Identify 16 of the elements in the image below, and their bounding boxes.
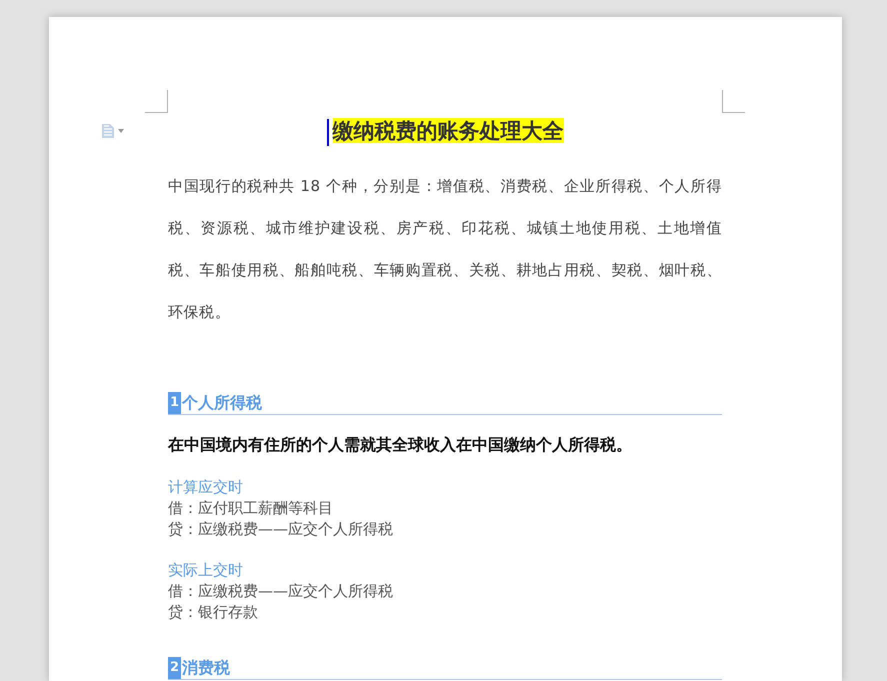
crop-mark <box>145 90 168 113</box>
journal-line: 借：应付职工薪酬等科目 <box>168 498 334 520</box>
section-heading: 消费税 <box>182 657 230 680</box>
heading-number: 2 <box>168 657 182 680</box>
entry-label: 实际上交时 <box>168 560 244 582</box>
journal-line: 借：应缴税费——应交个人所得税 <box>168 581 394 602</box>
lead-sentence: 在中国境内有住所的个人需就其全球收入在中国缴纳个人所得税。 <box>168 434 633 456</box>
text-cursor <box>326 119 328 146</box>
journal-line: 贷：应缴税费——应交个人所得税 <box>168 519 394 540</box>
crop-mark <box>722 90 745 113</box>
paragraph-menu-icon[interactable] <box>101 123 124 139</box>
intro-paragraph: 中国现行的税种共 18 个种，分别是：增值税、消费税、企业所得税、个人所得税、资源税、城市维护建设税、房产税、印花税、城镇土地使用税、土地增值税、车船使用税、船舶吨税、车辆购置税、关税、耕地占用税、契税、烟叶税、环保税。 <box>168 176 722 324</box>
section-heading: 个人所得税 <box>182 392 262 414</box>
journal-line: 贷：银行存款 <box>168 602 259 624</box>
entry-label: 计算应交时 <box>168 477 244 498</box>
heading-number: 1 <box>168 392 182 414</box>
